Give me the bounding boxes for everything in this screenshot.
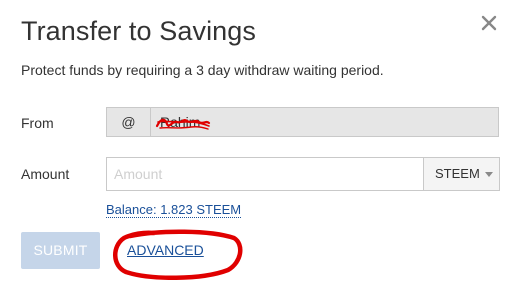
redaction-scribble bbox=[155, 118, 211, 130]
from-label: From bbox=[21, 115, 54, 131]
close-icon[interactable] bbox=[478, 12, 500, 34]
asset-select[interactable]: STEEM bbox=[423, 157, 500, 191]
at-prefix: @ bbox=[107, 108, 151, 136]
amount-label: Amount bbox=[21, 166, 70, 182]
dialog-title: Transfer to Savings bbox=[21, 16, 256, 46]
submit-button[interactable]: SUBMIT bbox=[21, 232, 100, 269]
advanced-link[interactable]: ADVANCED bbox=[127, 242, 204, 258]
balance-link[interactable]: Balance: 1.823 STEEM bbox=[106, 202, 242, 218]
chevron-down-icon bbox=[485, 172, 493, 177]
dialog-subtitle: Protect funds by requiring a 3 day withd… bbox=[21, 62, 384, 78]
transfer-to-savings-dialog: Transfer to Savings Protect funds by req… bbox=[0, 0, 524, 294]
asset-select-value: STEEM bbox=[435, 166, 480, 181]
amount-input[interactable] bbox=[106, 157, 424, 191]
